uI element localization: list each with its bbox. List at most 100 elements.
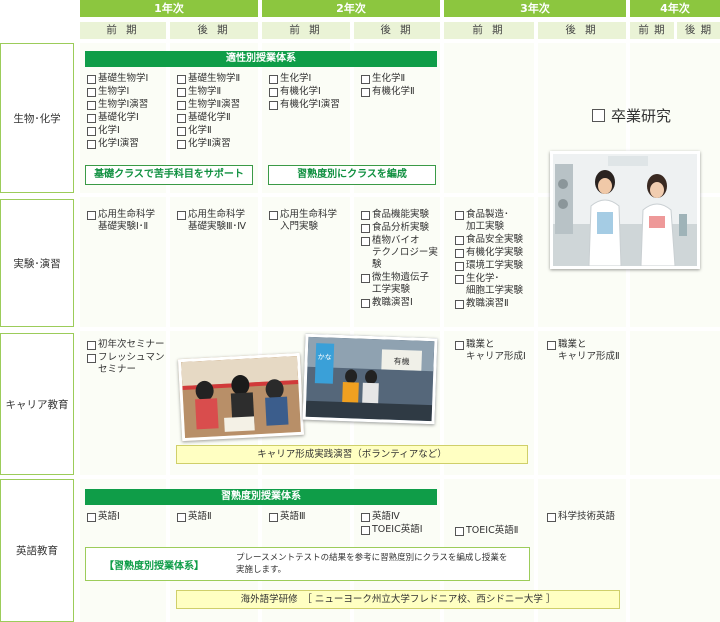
course-item: 生物学Ⅱ演習 [177, 99, 259, 111]
bio-y1-first-list: 基礎生物学Ⅰ 生物学Ⅰ 生物学Ⅰ演習 基礎化学Ⅰ 化学Ⅰ 化学Ⅰ演習 [87, 73, 167, 151]
course-item: 基礎化学Ⅰ [87, 112, 167, 124]
seminar-photo [177, 352, 305, 442]
course-item: 食品安全実験 [455, 234, 535, 246]
checkbox-icon [455, 211, 464, 220]
course-item: 微生物遺伝子 工学実験 [361, 272, 441, 296]
proficiency-note-title: 【習熟度別授業体系】 [104, 561, 204, 572]
course-item: 生物学Ⅱ [177, 86, 259, 98]
row-label-english: 英語教育 [0, 479, 74, 622]
checkbox-icon [87, 354, 96, 363]
checkbox-icon [269, 513, 278, 522]
banner-text: かな [318, 353, 332, 361]
checkbox-icon [361, 299, 370, 308]
checkbox-icon [87, 513, 96, 522]
volunteer-photo-illustration: かな 有機 [305, 336, 435, 422]
lab-photo-illustration [553, 154, 697, 266]
course-item: 英語Ⅰ [87, 511, 167, 523]
checkbox-icon [177, 88, 186, 97]
course-item: 科学技術英語 [547, 511, 627, 523]
career-y3-first-list: 職業と キャリア形成Ⅰ [455, 339, 535, 364]
volunteer-photo: かな 有機 [302, 333, 438, 425]
lab-y2-second-list: 食品機能実験 食品分析実験 植物バイオ テクノロジー実験 微生物遺伝子 工学実験 教職演… [361, 209, 441, 310]
checkbox-icon [455, 249, 464, 258]
proficiency-system-bar: 習熟度別授業体系 [85, 489, 437, 505]
course-item: 有機化学Ⅱ [361, 86, 441, 98]
course-item: TOEIC英語Ⅰ [361, 524, 441, 536]
english-y1-second: 英語Ⅱ [177, 511, 257, 524]
checkbox-icon [592, 109, 605, 122]
course-item: 有機化学Ⅰ [269, 86, 353, 98]
career-y3-second-list: 職業と キャリア形成Ⅱ [547, 339, 627, 364]
checkbox-icon [361, 274, 370, 283]
checkbox-icon [361, 237, 370, 246]
english-y3-first: TOEIC英語Ⅱ [455, 525, 535, 538]
checkbox-icon [361, 526, 370, 535]
row-divider [80, 327, 720, 331]
course-item: 食品機能実験 [361, 209, 441, 221]
course-item: 教職演習Ⅱ [455, 298, 535, 310]
checkbox-icon [455, 236, 464, 245]
course-item: 環境工学実験 [455, 260, 535, 272]
checkbox-icon [177, 101, 186, 110]
course-item: 職業と キャリア形成Ⅰ [455, 339, 535, 363]
proficiency-note-box: 【習熟度別授業体系】 プレースメントテストの結果を参考に習熟度別にクラスを編成し… [85, 547, 530, 581]
checkbox-icon [547, 513, 556, 522]
sign-text: 有機 [393, 356, 409, 367]
checkbox-icon [361, 211, 370, 220]
column-divider [626, 43, 630, 622]
checkbox-icon [177, 140, 186, 149]
semester-header: 前 期 [630, 22, 674, 39]
year-header-4: 4年次 [630, 0, 720, 17]
support-note-box: 基礎クラスで苦手科目をサポート [85, 165, 253, 185]
year-header-2: 2年次 [262, 0, 440, 17]
course-item: 植物バイオ テクノロジー実験 [361, 235, 441, 271]
checkbox-icon [87, 114, 96, 123]
row-label-bio: 生物･化学 [0, 43, 74, 193]
checkbox-icon [361, 224, 370, 233]
course-item: TOEIC英語Ⅱ [455, 525, 535, 537]
checkbox-icon [361, 75, 370, 84]
course-item: 化学Ⅰ [87, 125, 167, 137]
course-item: 化学Ⅱ演習 [177, 138, 259, 150]
checkbox-icon [87, 140, 96, 149]
semester-header: 後 期 [170, 22, 258, 39]
bio-y1-second-list: 基礎生物学Ⅱ 生物学Ⅱ 生物学Ⅱ演習 基礎化学Ⅱ 化学Ⅱ 化学Ⅱ演習 [177, 73, 259, 151]
semester-header: 前 期 [80, 22, 166, 39]
checkbox-icon [269, 101, 278, 110]
course-item: 基礎生物学Ⅱ [177, 73, 259, 85]
course-item: 応用生命科学 基礎実験Ⅰ･Ⅱ [87, 209, 167, 233]
english-y2-first: 英語Ⅲ [269, 511, 349, 524]
lab-y3-first-list: 食品製造･ 加工実験 食品安全実験 有機化学実験 環境工学実験 生化学･ 細胞工学実験教… [455, 209, 535, 311]
checkbox-icon [87, 127, 96, 136]
course-item: 初年次セミナー [87, 339, 172, 351]
graduation-label: 卒業研究 [611, 107, 672, 125]
english-y2-second: 英語Ⅳ TOEIC英語Ⅰ [361, 511, 441, 537]
checkbox-icon [269, 75, 278, 84]
course-item: 英語Ⅳ [361, 511, 441, 523]
year-header-1: 1年次 [80, 0, 258, 17]
checkbox-icon [455, 275, 464, 284]
graduation-research: 卒業研究 [592, 105, 671, 126]
checkbox-icon [177, 513, 186, 522]
course-item: 化学Ⅱ [177, 125, 259, 137]
course-item: 有機化学実験 [455, 247, 535, 259]
checkbox-icon [87, 341, 96, 350]
course-item: 職業と キャリア形成Ⅱ [547, 339, 627, 363]
bio-y2-first-list: 生化学Ⅰ 有機化学Ⅰ 有機化学Ⅰ演習 [269, 73, 353, 112]
proficiency-note-text: プレースメントテストの結果を参考に習熟度別にクラスを編成し授業を 実施します。 [236, 553, 508, 575]
career-y1-first-list: 初年次セミナー フレッシュマン セミナー [87, 339, 172, 377]
course-item: 基礎化学Ⅱ [177, 112, 259, 124]
semester-header: 後 期 [538, 22, 626, 39]
lab-y1-first-list: 応用生命科学 基礎実験Ⅰ･Ⅱ [87, 209, 167, 234]
row-label-lab: 実験･演習 [0, 199, 74, 327]
english-y1-first: 英語Ⅰ [87, 511, 167, 524]
career-practice-bar: キャリア形成実践演習（ボランティアなど） [176, 445, 528, 464]
course-item: 食品分析実験 [361, 222, 441, 234]
row-divider [80, 475, 720, 479]
course-item: 応用生命科学 基礎実験Ⅲ･Ⅳ [177, 209, 259, 233]
lab-photo [550, 151, 700, 269]
checkbox-icon [87, 211, 96, 220]
study-abroad-bar: 海外語学研修 ［ ニューヨーク州立大学フレドニア校、西シドニー大学 ］ [176, 590, 620, 609]
checkbox-icon [269, 88, 278, 97]
course-item: 英語Ⅱ [177, 511, 257, 523]
